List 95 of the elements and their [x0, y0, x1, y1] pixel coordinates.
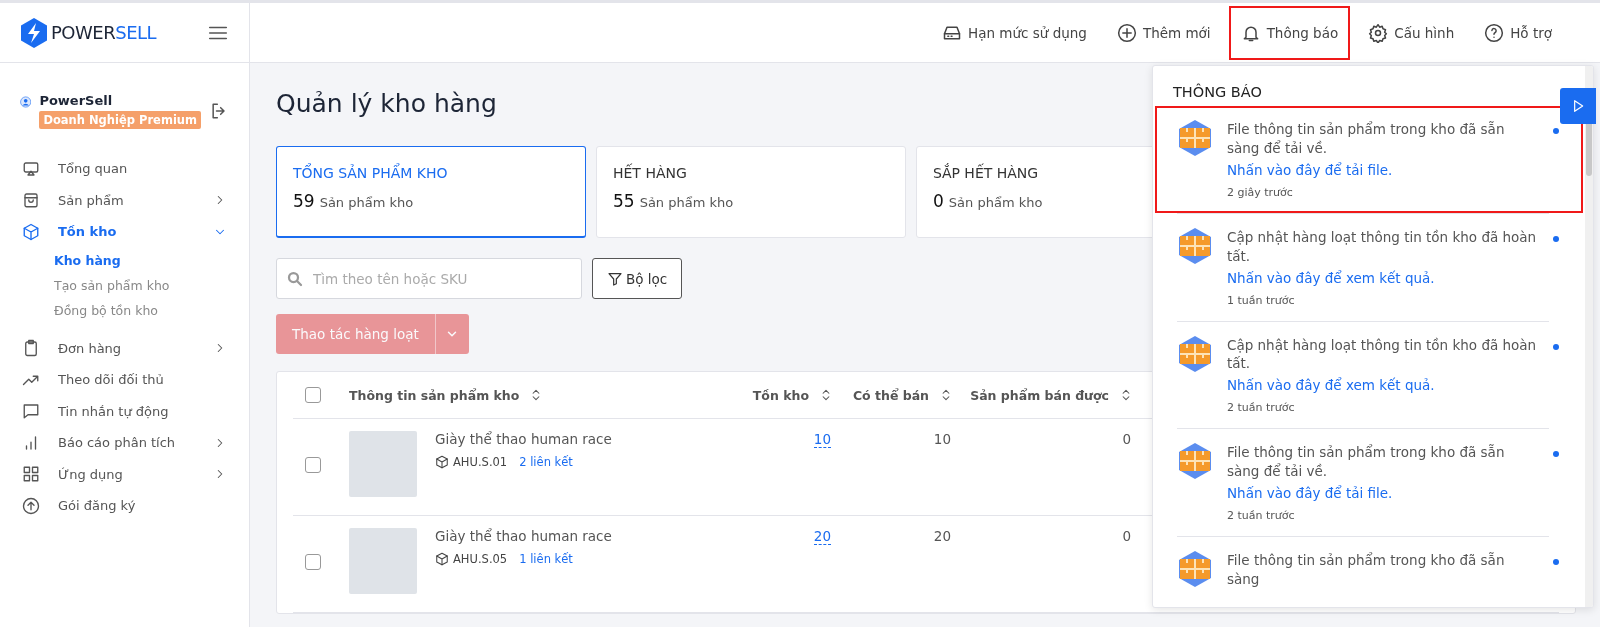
notification-link[interactable]: Nhấn vào đây để xem kết quả.: [1227, 269, 1537, 286]
select-all-checkbox[interactable]: [305, 387, 321, 403]
table-cell-text: 0: [1121, 528, 1132, 544]
scrollbar[interactable]: [1585, 66, 1593, 607]
sidebar-item[interactable]: Tổng quan: [18, 153, 231, 185]
sidebar-item[interactable]: Tồn kho: [18, 216, 231, 248]
sidebar-item[interactable]: Báo cáo phân tích: [18, 427, 231, 459]
column-header[interactable]: Thông tin sản phẩm kho: [349, 387, 520, 403]
notification-time: 1 tuần trước: [1227, 293, 1296, 307]
notification-message: Cập nhật hàng loạt thông tin tồn kho đã hoàn tất.: [1227, 335, 1537, 374]
stock-link[interactable]: 10: [813, 431, 831, 448]
sku-text: AHU.S.01: [453, 455, 508, 469]
column-header[interactable]: Tồn kho: [752, 387, 809, 403]
top-nav-item[interactable]: Hạn mức sử dụng: [930, 5, 1099, 60]
card-unit: Sản phẩm kho: [639, 195, 734, 210]
card-count: 55: [613, 191, 635, 211]
top-nav-item[interactable]: Cấu hình: [1356, 5, 1467, 60]
product-name: Giày thể thao human race: [435, 528, 612, 544]
column-header[interactable]: Sản phẩm bán được: [970, 387, 1109, 403]
notification-message: File thông tin sản phẩm trong kho đã sẵn sàng: [1227, 551, 1506, 589]
avatar-icon: [20, 93, 32, 111]
warehouse-icon: [1179, 335, 1211, 372]
card-unit: Sản phẩm kho: [319, 195, 414, 210]
notification-time: 2 giây trước: [1227, 185, 1294, 199]
table-cell-text: 20: [932, 528, 952, 544]
submenu-item[interactable]: Kho hàng: [54, 247, 231, 273]
stock-link[interactable]: 20: [813, 528, 831, 545]
filter-icon: [606, 270, 623, 287]
sidebar-item[interactable]: Đơn hàng: [18, 332, 231, 364]
sidebar-item[interactable]: Gói đăng ký: [18, 490, 231, 522]
photo-placeholder: [349, 431, 417, 497]
card-title: SẮP HẾT HÀNG: [933, 165, 1040, 181]
settings-icon: [1368, 22, 1389, 43]
card-count: 0: [933, 191, 944, 211]
card-title: HẾT HÀNG: [613, 165, 688, 181]
card-count: 59: [293, 191, 315, 211]
box-icon: [435, 552, 449, 566]
notification-time: 2 tuần trước: [1227, 509, 1296, 523]
notification-link[interactable]: Nhấn vào đây để xem kết quả.: [1227, 377, 1537, 394]
links-link[interactable]: 2 liên kết: [519, 455, 573, 469]
sku-text: AHU.S.05: [453, 552, 508, 566]
sidebar-item[interactable]: Tin nhắn tự động: [18, 395, 231, 427]
chat-icon: [22, 402, 40, 421]
row-checkbox[interactable]: [305, 457, 321, 473]
sidebar-item[interactable]: Sản phẩm: [18, 184, 231, 216]
logo-text: POWERSELL: [51, 22, 157, 43]
notification-item[interactable]: File thông tin sản phẩm trong kho đã sẵn sàng: [1155, 537, 1583, 603]
table-cell-text: 0: [1121, 431, 1132, 447]
clipboard-icon: [22, 339, 40, 358]
logo-icon: [20, 17, 48, 48]
table-cell-text: 10: [932, 431, 952, 447]
sidebar-item[interactable]: Ứng dụng: [18, 458, 231, 490]
plan-badge: Doanh Nghiệp Premium: [39, 111, 201, 129]
panel-title: THÔNG BÁO: [1172, 82, 1263, 102]
search-field[interactable]: Tìm theo tên hoặc SKU: [276, 258, 582, 299]
warehouse-icon: [1179, 120, 1211, 156]
warehouse-icon: [1179, 551, 1211, 588]
summary-card[interactable]: TỔNG SẢN PHẨM KHO 59 Sản phẩm kho: [276, 146, 586, 238]
card-unit: Sản phẩm kho: [948, 195, 1043, 210]
warehouse-icon: [1179, 443, 1211, 480]
notification-link[interactable]: Nhấn vào đây để tải file.: [1227, 485, 1537, 502]
summary-card[interactable]: HẾT HÀNG 55 Sản phẩm kho: [596, 146, 906, 238]
row-checkbox[interactable]: [305, 554, 321, 570]
column-header[interactable]: Có thể bán: [852, 387, 929, 403]
search-icon: [286, 270, 304, 288]
submenu-item[interactable]: Đồng bộ tồn kho: [54, 297, 231, 323]
help-icon: [1484, 22, 1505, 43]
box-icon: [435, 455, 449, 469]
sidebar-item[interactable]: Theo dõi đối thủ: [18, 364, 231, 396]
notification-message: File thông tin sản phẩm trong kho đã sẵn sàng để tải về.: [1227, 443, 1506, 482]
card-title: TỔNG SẢN PHẨM KHO: [293, 165, 449, 181]
bag-icon: [22, 191, 40, 210]
notification-link[interactable]: Nhấn vào đây để tải file.: [1227, 161, 1537, 178]
notification-item[interactable]: File thông tin sản phẩm trong kho đã sẵn sàng để tải về. Nhấn vào đây để tải file. 2 tuần trước: [1155, 429, 1583, 537]
user-name: PowerSell: [39, 93, 114, 108]
notification-message: File thông tin sản phẩm trong kho đã sẵn sàng để tải về.: [1227, 120, 1506, 158]
warehouse-icon: [1179, 227, 1211, 264]
add-icon: [1116, 22, 1137, 43]
notification-message: Cập nhật hàng loạt thông tin tồn kho đã hoàn tất.: [1227, 227, 1537, 266]
page-title: Quản lý kho hàng: [276, 89, 497, 118]
notification-time: 2 tuần trước: [1227, 401, 1296, 415]
top-nav-item[interactable]: Thêm mới: [1104, 5, 1223, 60]
filter-button[interactable]: Bộ lọc: [592, 258, 682, 299]
top-nav-item[interactable]: Thông báo: [1228, 5, 1351, 60]
play-button[interactable]: [1560, 88, 1596, 124]
monitor-icon: [22, 159, 40, 178]
box-icon: [22, 222, 40, 241]
top-nav-item[interactable]: Hỗ trợ: [1472, 5, 1564, 60]
grid-icon: [22, 465, 40, 484]
upload-icon: [22, 496, 40, 515]
submenu-item[interactable]: Tạo sản phẩm kho: [54, 272, 231, 298]
links-link[interactable]: 1 liên kết: [519, 552, 573, 566]
photo-placeholder: [349, 528, 417, 594]
product-name: Giày thể thao human race: [435, 431, 612, 447]
notification-item[interactable]: Cập nhật hàng loạt thông tin tồn kho đã hoàn tất. Nhấn vào đây để xem kết quả. 2 tuần trước: [1155, 321, 1583, 429]
